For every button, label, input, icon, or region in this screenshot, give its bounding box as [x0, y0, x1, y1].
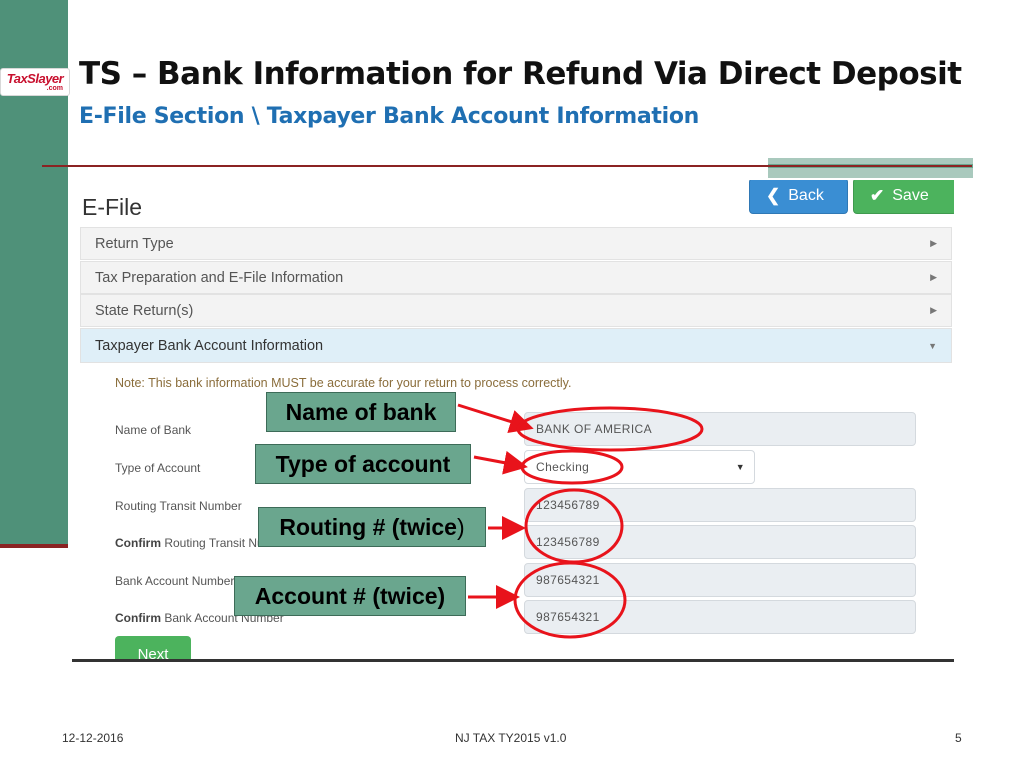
corner-decoration: [768, 158, 973, 178]
accuracy-note: Note: This bank information MUST be accu…: [115, 376, 572, 390]
callout-name-of-bank: Name of bank: [266, 392, 456, 432]
back-button[interactable]: ❮ Back: [749, 180, 848, 214]
title-divider: [42, 165, 972, 167]
callout-routing-paren: ): [456, 513, 465, 540]
account-number-label: Bank Account Number: [115, 574, 235, 588]
callout-routing-number: Routing # (twice): [258, 507, 486, 547]
checkmark-icon: ✔: [870, 186, 885, 205]
page-number: 5: [955, 731, 962, 745]
section-label: Return Type: [95, 235, 174, 252]
caret-down-icon: ▼: [928, 340, 937, 351]
caret-right-icon: ▶: [930, 305, 937, 315]
next-button[interactable]: Next: [115, 636, 191, 659]
caret-right-icon: ▶: [930, 238, 937, 248]
section-return-type[interactable]: Return Type ▶: [80, 227, 952, 260]
account-type-label: Type of Account: [115, 461, 201, 475]
routing-number-label: Routing Transit Number: [115, 499, 242, 513]
left-accent-underline: [0, 544, 68, 548]
routing-number-input[interactable]: 123456789: [524, 488, 916, 522]
confirm-routing-input[interactable]: 123456789: [524, 525, 916, 559]
bank-name-label: Name of Bank: [115, 423, 192, 437]
efile-heading: E-File: [82, 194, 143, 220]
bank-name-input[interactable]: BANK OF AMERICA: [524, 412, 916, 446]
efile-screenshot: E-File ❮ Back ✔ Save Return Type ▶ Tax P…: [72, 180, 954, 662]
chevron-down-icon: ▼: [735, 462, 745, 472]
callout-type-of-account: Type of account: [255, 444, 471, 484]
callout-routing-text: Routing # (twice: [279, 513, 457, 540]
caret-right-icon: ▶: [930, 272, 937, 282]
slide-title: TS – Bank Information for Refund Via Dir…: [79, 56, 962, 92]
section-bank-account[interactable]: Taxpayer Bank Account Information ▼: [80, 328, 952, 363]
confirm-word: Confirm: [115, 536, 161, 550]
account-number-input[interactable]: 987654321: [524, 563, 916, 597]
section-label: Tax Preparation and E-File Information: [95, 269, 344, 286]
logo-wordmark: TaxSlayer: [6, 71, 64, 86]
save-button[interactable]: ✔ Save: [853, 180, 954, 214]
account-type-select[interactable]: Checking ▼: [524, 450, 755, 484]
footer-date: 12-12-2016: [62, 731, 124, 745]
chevron-left-icon: ❮: [766, 186, 781, 205]
slide-subtitle: E-File Section \ Taxpayer Bank Account I…: [79, 104, 700, 129]
section-state-returns[interactable]: State Return(s) ▶: [80, 294, 952, 327]
taxslayer-logo: TaxSlayer .com: [0, 68, 70, 96]
section-label: Taxpayer Bank Account Information: [95, 337, 324, 354]
back-button-label: Back: [788, 187, 824, 204]
confirm-account-input[interactable]: 987654321: [524, 600, 916, 634]
account-type-value: Checking: [536, 460, 590, 474]
section-tax-preparation[interactable]: Tax Preparation and E-File Information ▶: [80, 261, 952, 294]
logo-suffix: .com: [46, 85, 63, 92]
footer-center-text: NJ TAX TY2015 v1.0: [455, 731, 567, 745]
save-button-label: Save: [892, 187, 929, 204]
confirm-word: Confirm: [115, 611, 161, 625]
callout-account-number: Account # (twice): [234, 576, 466, 616]
section-label: State Return(s): [95, 302, 194, 319]
